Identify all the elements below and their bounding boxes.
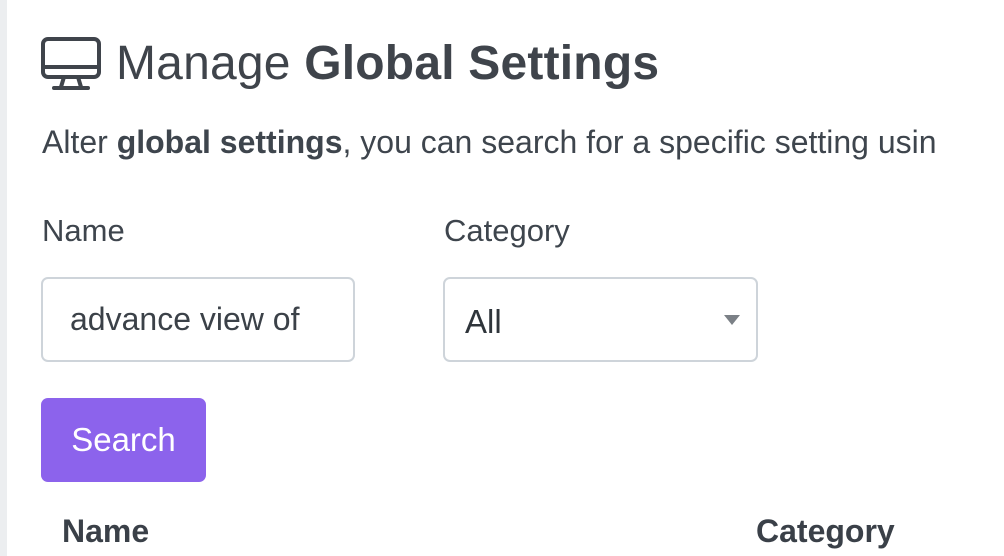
description-strong: global settings — [116, 124, 343, 160]
page-title-prefix: Manage — [116, 37, 305, 90]
page-title-strong: Global Settings — [304, 37, 660, 90]
page-description: Alter global settings, you can search fo… — [42, 120, 1004, 164]
chevron-down-icon — [724, 315, 740, 325]
page-heading: Manage Global Settings — [40, 34, 659, 94]
description-suffix: , you can search for a specific setting … — [342, 124, 937, 160]
description-prefix: Alter — [42, 124, 117, 160]
table-header-name[interactable]: Name — [62, 510, 149, 552]
name-filter-label: Name — [42, 213, 125, 248]
left-edge-divider — [0, 0, 7, 556]
category-filter-label: Category — [444, 213, 570, 248]
name-search-input[interactable] — [41, 277, 355, 362]
table-header-category[interactable]: Category — [756, 510, 895, 552]
search-button[interactable]: Search — [41, 398, 206, 482]
category-select[interactable]: All — [443, 277, 758, 362]
monitor-icon — [41, 37, 101, 90]
category-select-value: All — [465, 302, 502, 340]
page-title: Manage Global Settings — [116, 34, 659, 94]
